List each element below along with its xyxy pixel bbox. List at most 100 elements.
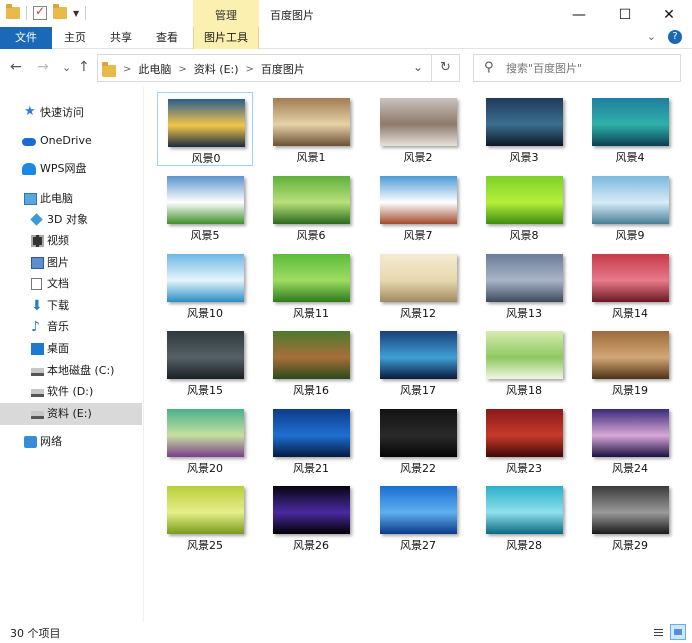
image-thumbnail[interactable] (273, 254, 350, 302)
address-bar[interactable]: > 此电脑 > 资料 (E:) > 百度图片 ⌄ ↻ (97, 54, 460, 82)
file-name[interactable]: 风景26 (263, 537, 359, 553)
breadcrumb-drive-e[interactable]: 资料 (E:) (194, 61, 239, 77)
image-thumbnail[interactable] (380, 98, 457, 146)
sidebar-item-wps-drive[interactable]: WPS网盘 (0, 158, 142, 180)
file-item[interactable]: 风景23 (476, 403, 572, 477)
sidebar-item-music[interactable]: ♪ 音乐 (0, 316, 142, 338)
tab-picture-tools[interactable]: 图片工具 (193, 27, 259, 49)
image-thumbnail[interactable] (380, 254, 457, 302)
up-arrow-icon[interactable]: ↑ (78, 59, 90, 75)
search-box[interactable]: ⚲ (473, 54, 681, 82)
file-name[interactable]: 风景1 (263, 149, 359, 165)
image-thumbnail[interactable] (167, 331, 244, 379)
tab-file[interactable]: 文件 (0, 27, 52, 49)
file-item[interactable]: 风景22 (370, 403, 466, 477)
image-thumbnail[interactable] (167, 254, 244, 302)
image-thumbnail[interactable] (486, 486, 563, 534)
image-thumbnail[interactable] (380, 486, 457, 534)
sidebar-item-network[interactable]: 网络 (0, 431, 142, 453)
file-item[interactable]: 风景4 (582, 92, 678, 166)
breadcrumb-current-folder[interactable]: 百度图片 (261, 61, 305, 77)
file-name[interactable]: 风景5 (157, 227, 253, 243)
new-folder-icon[interactable] (53, 4, 67, 19)
file-item[interactable]: 风景29 (582, 480, 678, 554)
file-item[interactable]: 风景20 (157, 403, 253, 477)
image-thumbnail[interactable] (486, 409, 563, 457)
file-name[interactable]: 风景6 (263, 227, 359, 243)
image-thumbnail[interactable] (273, 486, 350, 534)
image-thumbnail[interactable] (592, 409, 669, 457)
file-item[interactable]: 风景10 (157, 248, 253, 322)
image-thumbnail[interactable] (592, 331, 669, 379)
image-thumbnail[interactable] (592, 486, 669, 534)
image-thumbnail[interactable] (486, 254, 563, 302)
file-item[interactable]: 风景28 (476, 480, 572, 554)
address-dropdown-icon[interactable]: ⌄ (413, 60, 423, 74)
file-name[interactable]: 风景28 (476, 537, 572, 553)
file-name[interactable]: 风景2 (370, 149, 466, 165)
sidebar-item-drive-e[interactable]: 资料 (E:) (0, 403, 142, 425)
file-name[interactable]: 风景11 (263, 305, 359, 321)
sidebar-item-pictures[interactable]: 图片 (0, 252, 142, 274)
file-item[interactable]: 风景5 (157, 170, 253, 244)
file-name[interactable]: 风景17 (370, 382, 466, 398)
file-item[interactable]: 风景24 (582, 403, 678, 477)
file-item[interactable]: 风景15 (157, 325, 253, 399)
file-name[interactable]: 风景19 (582, 382, 678, 398)
refresh-icon[interactable]: ↻ (431, 55, 459, 81)
file-name[interactable]: 风景14 (582, 305, 678, 321)
file-item[interactable]: 风景26 (263, 480, 359, 554)
file-item[interactable]: 风景6 (263, 170, 359, 244)
image-thumbnail[interactable] (592, 176, 669, 224)
file-item[interactable]: 风景2 (370, 92, 466, 166)
close-button[interactable]: ✕ (646, 4, 692, 26)
breadcrumb-separator[interactable]: > (123, 64, 131, 75)
sidebar-item-downloads[interactable]: ⬇ 下载 (0, 295, 142, 317)
file-name[interactable]: 风景25 (157, 537, 253, 553)
sidebar-item-desktop[interactable]: 桌面 (0, 338, 142, 360)
file-item[interactable]: 风景27 (370, 480, 466, 554)
help-icon[interactable]: ? (668, 30, 682, 44)
image-thumbnail[interactable] (167, 409, 244, 457)
file-item[interactable]: 风景7 (370, 170, 466, 244)
expand-ribbon-icon[interactable]: ⌄ (647, 30, 656, 44)
file-item[interactable]: 风景25 (157, 480, 253, 554)
minimize-button[interactable]: — (556, 4, 602, 26)
file-name[interactable]: 风景20 (157, 460, 253, 476)
file-name[interactable]: 风景0 (158, 150, 254, 166)
maximize-button[interactable]: ☐ (602, 4, 648, 26)
file-item[interactable]: 风景21 (263, 403, 359, 477)
file-name[interactable]: 风景18 (476, 382, 572, 398)
image-thumbnail[interactable] (486, 331, 563, 379)
file-name[interactable]: 风景24 (582, 460, 678, 476)
file-name[interactable]: 风景21 (263, 460, 359, 476)
file-item[interactable]: 风景13 (476, 248, 572, 322)
tab-share[interactable]: 共享 (110, 27, 132, 49)
file-item[interactable]: 风景11 (263, 248, 359, 322)
file-name[interactable]: 风景13 (476, 305, 572, 321)
sidebar-item-this-pc[interactable]: 此电脑 (0, 188, 142, 210)
image-thumbnail[interactable] (592, 254, 669, 302)
sidebar-item-quick-access[interactable]: ★ 快速访问 (0, 102, 142, 124)
sidebar-item-videos[interactable]: 视频 (0, 230, 142, 252)
image-thumbnail[interactable] (273, 176, 350, 224)
file-name[interactable]: 风景3 (476, 149, 572, 165)
recent-locations-icon[interactable]: ⌄ (62, 61, 71, 74)
sidebar-item-drive-c[interactable]: 本地磁盘 (C:) (0, 360, 142, 382)
image-thumbnail[interactable] (273, 331, 350, 379)
pane-divider[interactable] (143, 87, 144, 622)
file-name[interactable]: 风景4 (582, 149, 678, 165)
image-thumbnail[interactable] (167, 176, 244, 224)
file-name[interactable]: 风景7 (370, 227, 466, 243)
file-item[interactable]: 风景16 (263, 325, 359, 399)
back-arrow-icon[interactable]: ← (10, 59, 22, 75)
large-icons-view-button[interactable] (670, 624, 686, 640)
folder-icon[interactable] (6, 4, 20, 19)
image-thumbnail[interactable] (380, 409, 457, 457)
breadcrumb-this-pc[interactable]: 此电脑 (138, 61, 171, 77)
file-name[interactable]: 风景29 (582, 537, 678, 553)
file-name[interactable]: 风景10 (157, 305, 253, 321)
tab-home[interactable]: 主页 (64, 27, 86, 49)
file-name[interactable]: 风景16 (263, 382, 359, 398)
file-name[interactable]: 风景22 (370, 460, 466, 476)
